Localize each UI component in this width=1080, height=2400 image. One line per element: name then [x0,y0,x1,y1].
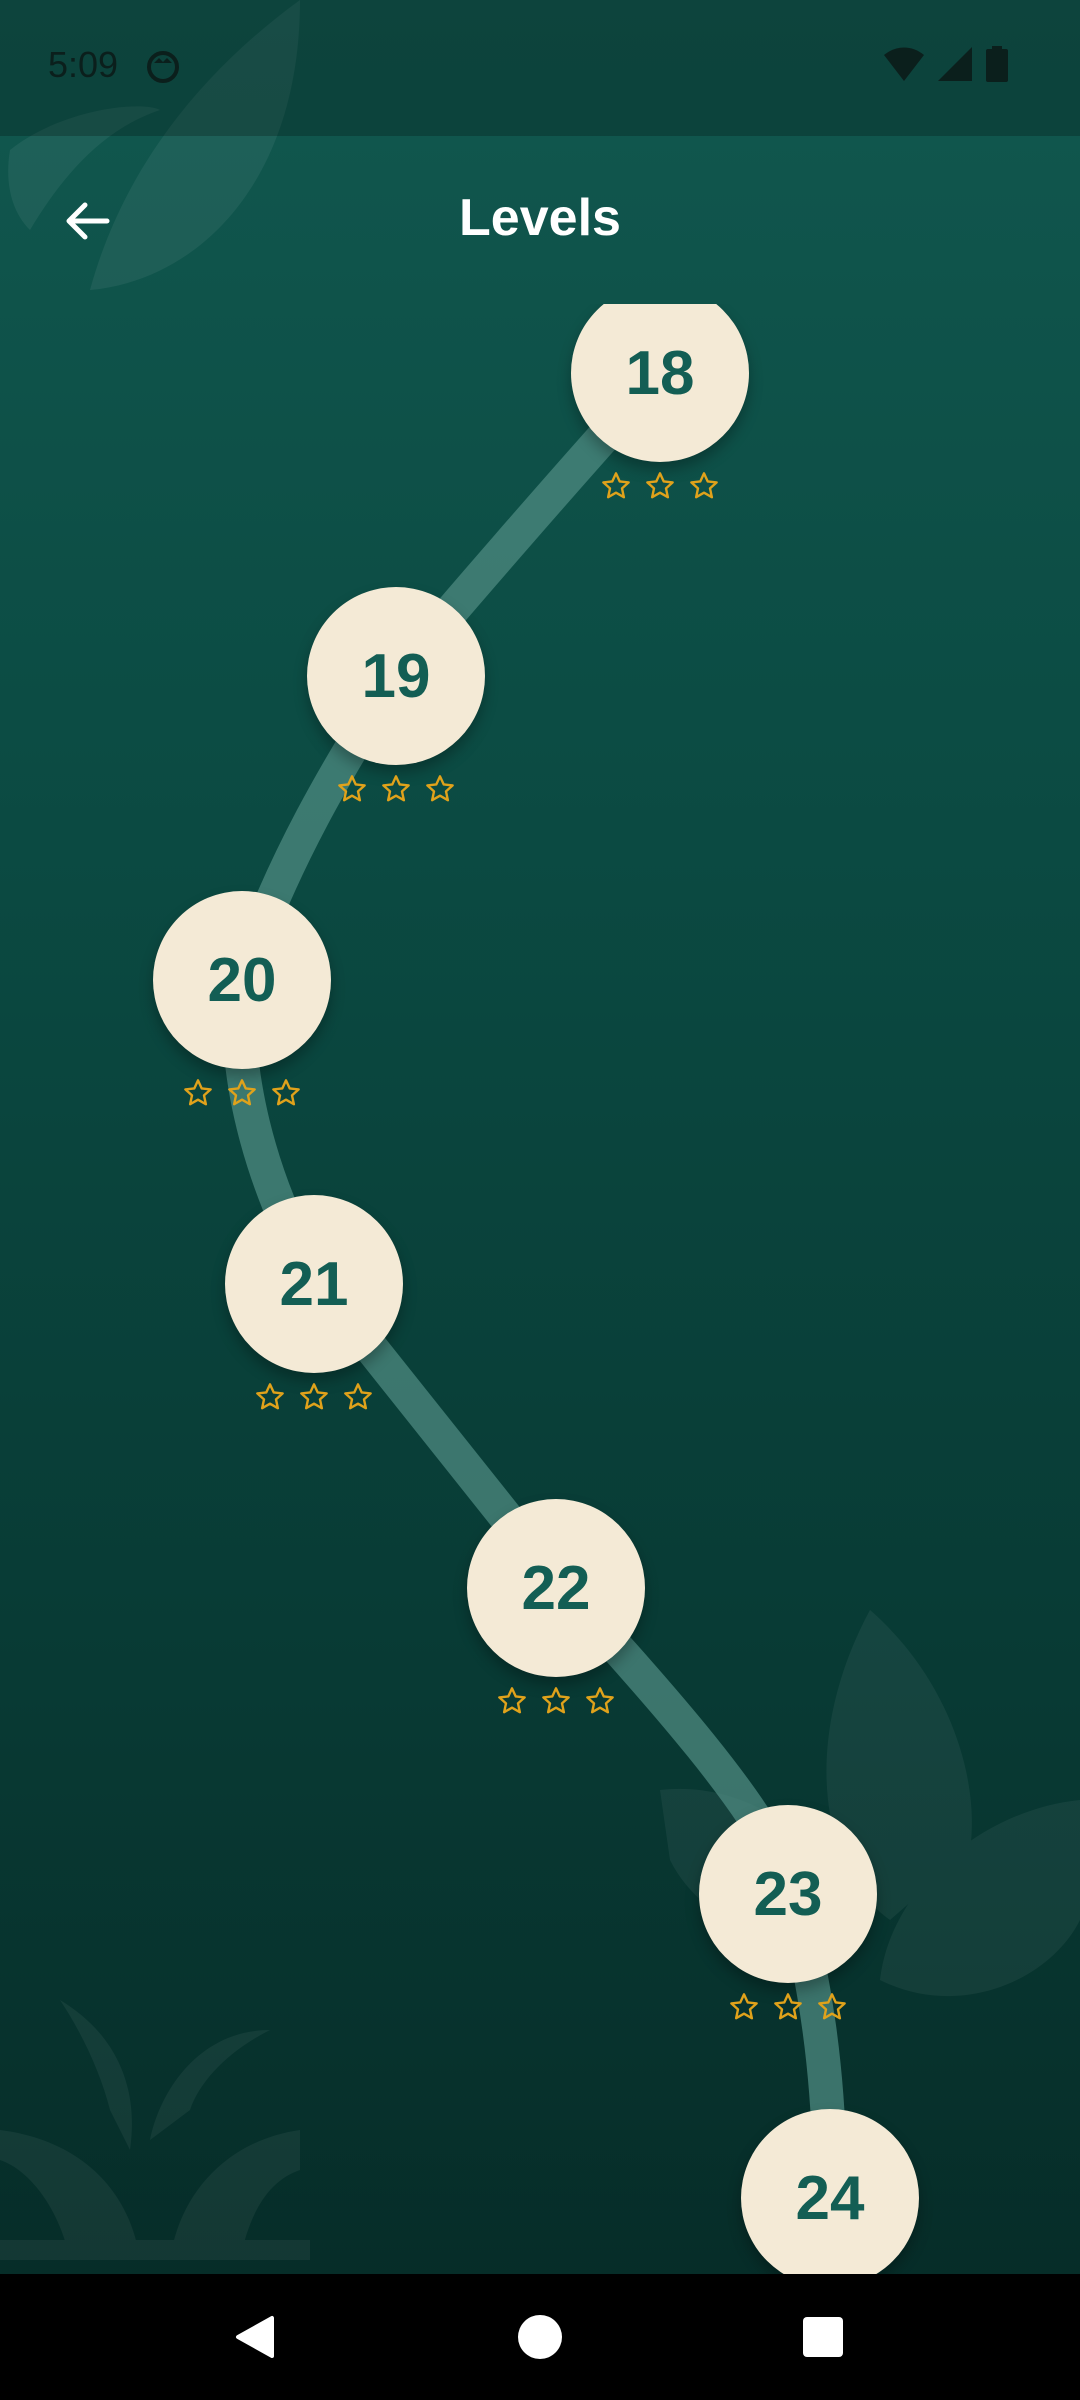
level-number: 20 [207,945,277,1015]
level-stars [600,469,720,503]
battery-icon [986,46,1008,82]
status-time: 5:09 [48,44,119,85]
star-outline-icon [426,775,454,802]
star-outline-icon [382,775,410,802]
nav-home-icon [518,2315,562,2359]
level-number: 21 [279,1249,349,1319]
nav-back-button[interactable] [222,2304,288,2370]
level-number: 18 [625,338,695,408]
level-node-22[interactable]: 22 [467,1499,645,1677]
star-outline-icon [730,1993,758,2020]
star-outline-icon [818,1993,846,2020]
level-number: 22 [521,1553,591,1623]
level-map: 18 19 20 21 22 23 24 [0,304,1080,2274]
level-stars [254,1380,374,1414]
star-outline-icon [338,775,366,802]
app-bar: Levels [0,136,1080,304]
wifi-icon [884,47,924,81]
level-stars [496,1684,616,1718]
level-node-20[interactable]: 20 [153,891,331,1069]
star-outline-icon [272,1079,300,1106]
level-number: 23 [753,1859,823,1929]
status-icons [884,46,1008,82]
star-outline-icon [256,1383,284,1410]
navigation-bar [0,2274,1080,2400]
level-path [222,357,847,2211]
status-bar: 5:09 [0,0,1080,136]
nav-recents-button[interactable] [790,2304,856,2370]
levels-screen: 5:09 Levels 18 19 20 21 22 23 24 [0,0,1080,2400]
star-outline-icon [774,1993,802,2020]
level-node-24[interactable]: 24 [741,2109,919,2274]
star-outline-icon [184,1079,212,1106]
level-node-19[interactable]: 19 [307,587,485,765]
level-number: 19 [361,641,431,711]
star-outline-icon [542,1687,570,1714]
star-outline-icon [498,1687,526,1714]
star-outline-icon [300,1383,328,1410]
nav-back-icon [236,2316,274,2358]
app-notification-icon [147,51,179,83]
level-number: 24 [795,2163,865,2233]
star-outline-icon [602,472,630,499]
star-outline-icon [228,1079,256,1106]
star-outline-icon [690,472,718,499]
level-node-21[interactable]: 21 [225,1195,403,1373]
star-outline-icon [646,472,674,499]
nav-home-button[interactable] [507,2304,573,2370]
nav-recents-icon [803,2317,843,2357]
page-title: Levels [459,189,621,247]
star-outline-icon [344,1383,372,1410]
signal-icon [938,47,972,81]
level-node-23[interactable]: 23 [699,1805,877,1983]
level-stars [728,1990,848,2024]
level-stars [182,1076,302,1110]
level-stars [336,772,456,806]
star-outline-icon [586,1687,614,1714]
